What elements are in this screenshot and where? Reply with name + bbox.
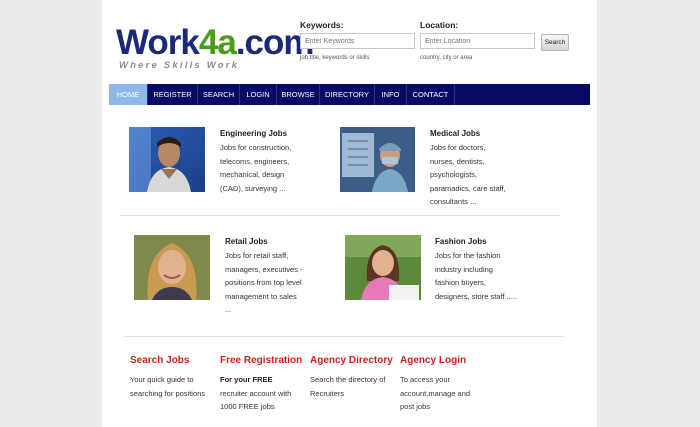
keywords-input[interactable] [300,33,415,49]
nav-home[interactable]: HOME [109,84,148,105]
engineering-jobs-link[interactable]: Engineering Jobs [220,129,287,138]
nav-register[interactable]: REGISTER [148,84,198,105]
medical-photo[interactable] [340,127,415,192]
free-registration-link[interactable]: Free Registration [220,355,302,366]
medical-jobs-link[interactable]: Medical Jobs [430,129,480,138]
logo-tagline: Where Skills Work [119,60,240,71]
agency-directory-desc: Search the directory of Recruiters [310,375,386,398]
search-jobs-link[interactable]: Search Jobs [130,355,189,366]
logo-wordmark: Work4a.com [116,23,315,62]
agency-directory-link[interactable]: Agency Directory [310,355,393,366]
free-registration-desc: For your FREE recruiter account with 100… [220,375,292,411]
engineering-photo[interactable] [129,127,205,192]
location-help: country, city or area [420,55,473,61]
fashion-photo[interactable] [345,235,421,300]
section-divider-2 [124,336,564,337]
retail-photo[interactable] [134,235,210,300]
nav-search[interactable]: SEARCH [198,84,240,105]
section-divider [120,215,560,216]
medical-jobs-desc: Jobs for doctors, nurses, dentists, psyc… [430,143,506,206]
agency-login-link[interactable]: Agency Login [400,355,466,366]
agency-login-desc: To access your account,manage and post j… [400,375,471,411]
retail-jobs-link[interactable]: Retail Jobs [225,237,268,246]
nav-directory[interactable]: DIRECTORY [320,84,375,105]
nav-contact[interactable]: CONTACT [407,84,455,105]
nav-info[interactable]: INFO [375,84,407,105]
nav-login[interactable]: LOGIN [240,84,277,105]
fashion-jobs-desc: Jobs for the fashion industry including … [435,251,517,301]
page-container: Work4a.com Where Skills Work Keywords: j… [102,0,597,427]
nav-browse[interactable]: BROWSE [277,84,320,105]
search-jobs-desc: Your quick guide to searching for positi… [130,375,206,398]
fashion-jobs-link[interactable]: Fashion Jobs [435,237,487,246]
site-logo[interactable]: Work4a.com Where Skills Work [116,24,315,74]
keywords-help: job title, keywords or skills [300,55,370,61]
retail-jobs-desc: Jobs for retail staff, managers, executi… [225,251,303,314]
location-input[interactable] [420,33,535,49]
location-label: Location: [420,20,459,30]
main-nav: HOME REGISTER SEARCH LOGIN BROWSE DIRECT… [109,84,590,105]
engineering-jobs-desc: Jobs for construction, telecoms, enginee… [220,143,292,193]
keywords-label: Keywords: [300,20,344,30]
search-button[interactable]: Search [541,34,569,51]
